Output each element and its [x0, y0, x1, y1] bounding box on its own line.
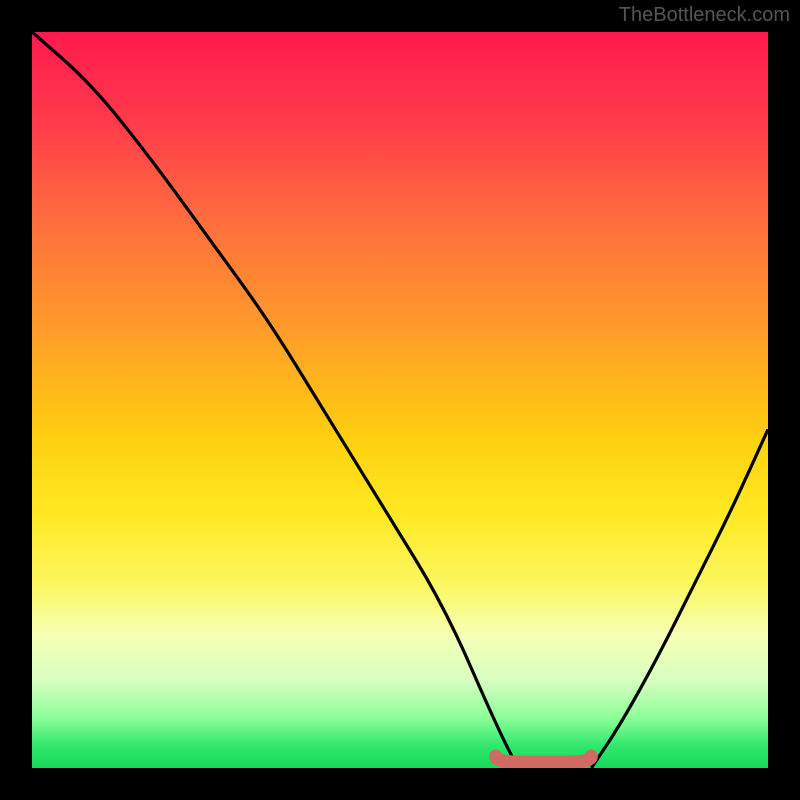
chart-plot-area	[32, 32, 768, 768]
chart-svg	[32, 32, 768, 768]
left-curve-line	[32, 32, 518, 768]
right-curve-line	[591, 429, 768, 768]
watermark-text: TheBottleneck.com	[619, 4, 790, 27]
notch-highlight	[496, 756, 592, 762]
